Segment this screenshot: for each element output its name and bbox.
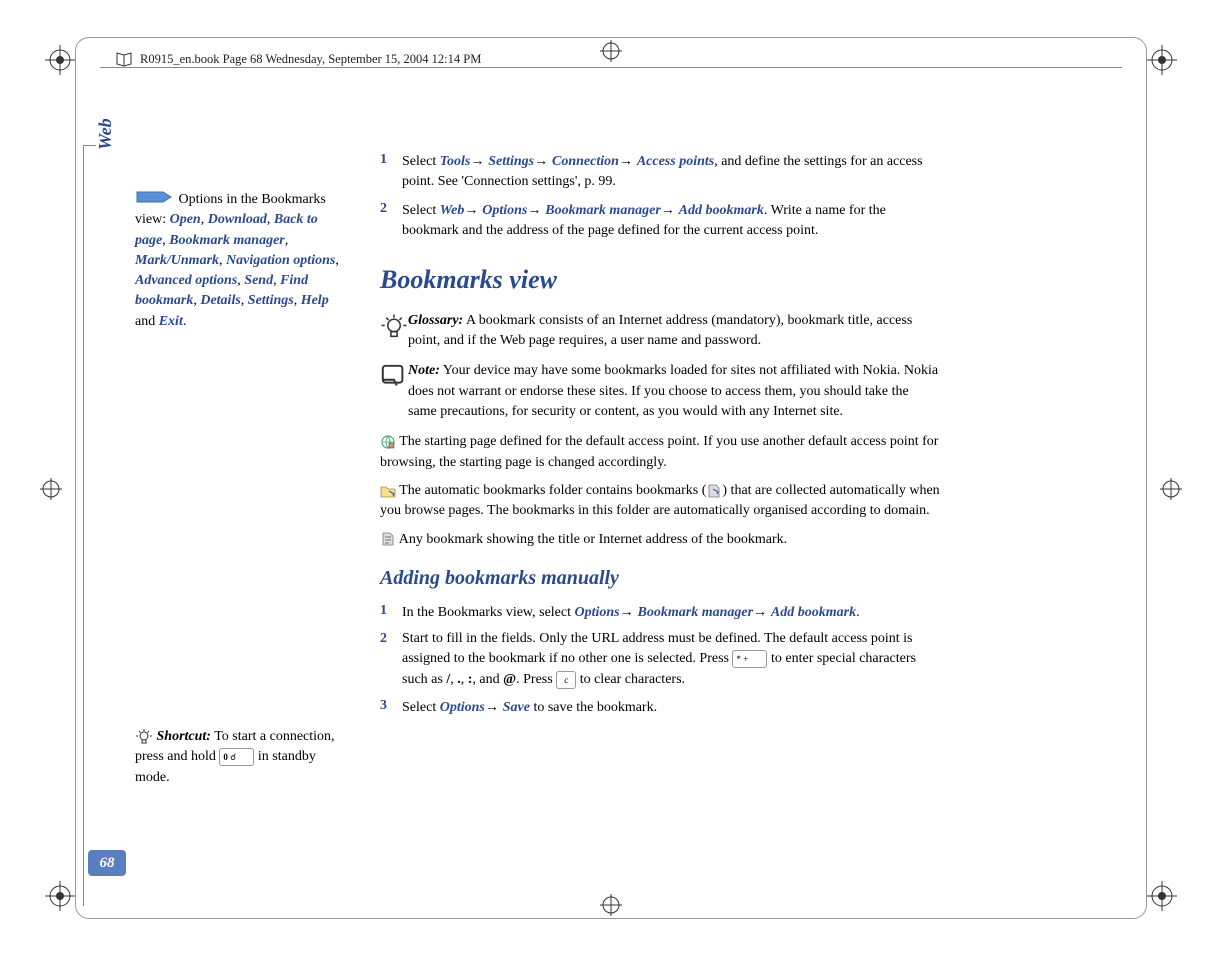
heading-bookmarks-view: Bookmarks view bbox=[380, 261, 940, 299]
menu-path-item: Web bbox=[440, 203, 465, 218]
options-and: and bbox=[135, 314, 159, 329]
lightbulb-icon bbox=[380, 311, 408, 352]
starting-page-para: The starting page defined for the defaul… bbox=[380, 432, 940, 473]
shortcut-label: Shortcut: bbox=[153, 729, 211, 744]
menu-path-item: Bookmark manager bbox=[545, 203, 661, 218]
menu-path-item: Options bbox=[440, 700, 485, 715]
menu-path-item: Add bookmark bbox=[771, 605, 856, 620]
step-1: 1 Select Tools→ Settings→ Connection→ Ac… bbox=[380, 150, 940, 193]
note-flag-icon bbox=[135, 190, 175, 204]
step-b1: 1 In the Bookmarks view, select Options→… bbox=[380, 601, 940, 623]
option-exit: Exit bbox=[159, 314, 183, 329]
option-item: Advanced options bbox=[135, 273, 237, 288]
menu-path-item: Options bbox=[482, 203, 527, 218]
menu-path-item: Settings bbox=[488, 154, 534, 169]
folder-auto-icon bbox=[380, 483, 396, 499]
option-item: Download bbox=[208, 212, 267, 227]
header-text: R0915_en.book Page 68 Wednesday, Septemb… bbox=[140, 52, 481, 67]
menu-path-item: Access points bbox=[637, 154, 714, 169]
option-item: Mark/Unmark bbox=[135, 253, 219, 268]
glossary-text: A bookmark consists of an Internet addre… bbox=[408, 313, 912, 348]
any-bookmark-para: Any bookmark showing the title or Intern… bbox=[380, 530, 940, 550]
option-item: Open bbox=[170, 212, 201, 227]
page-number: 68 bbox=[88, 850, 126, 876]
note-text: Your device may have some bookmarks load… bbox=[408, 363, 938, 419]
step-b3: 3 Select Options→ Save to save the bookm… bbox=[380, 696, 940, 718]
option-item: Help bbox=[301, 293, 329, 308]
registration-mark-left bbox=[40, 478, 62, 500]
note-icon bbox=[380, 361, 408, 422]
note-label: Note: bbox=[408, 363, 440, 378]
side-rule bbox=[83, 145, 96, 906]
crop-mark-tl bbox=[45, 45, 75, 75]
sidebar-column: Options in the Bookmarks view: Open, Dow… bbox=[135, 190, 350, 788]
top-steps: 1 Select Tools→ Settings→ Connection→ Ac… bbox=[380, 150, 940, 241]
option-item: Details bbox=[200, 293, 240, 308]
menu-path-item: Options bbox=[575, 605, 620, 620]
menu-path-item: Save bbox=[503, 700, 530, 715]
menu-path-item: Add bookmark bbox=[679, 203, 764, 218]
glossary-label: Glossary: bbox=[408, 313, 463, 328]
step-b2: 2 Start to fill in the fields. Only the … bbox=[380, 629, 940, 690]
header-rule bbox=[100, 67, 1122, 68]
crop-mark-bl bbox=[45, 881, 75, 911]
crop-mark-tr bbox=[1147, 45, 1177, 75]
option-item: Send bbox=[244, 273, 273, 288]
bookmark-page-icon bbox=[380, 531, 396, 547]
auto-bookmarks-para: The automatic bookmarks folder contains … bbox=[380, 481, 940, 522]
note-block: Note: Your device may have some bookmark… bbox=[380, 361, 940, 422]
option-item: Navigation options bbox=[226, 253, 335, 268]
option-item: Bookmark manager bbox=[169, 233, 285, 248]
step-2: 2 Select Web→ Options→ Bookmark manager→… bbox=[380, 199, 940, 242]
glossary-block: Glossary: A bookmark consists of an Inte… bbox=[380, 311, 940, 352]
adding-steps: 1 In the Bookmarks view, select Options→… bbox=[380, 601, 940, 718]
menu-path-item: Connection bbox=[552, 154, 619, 169]
menu-path-item: Bookmark manager bbox=[638, 605, 754, 620]
option-item: Settings bbox=[248, 293, 294, 308]
bookmark-auto-icon bbox=[706, 483, 722, 499]
side-tab-label: Web bbox=[95, 118, 116, 150]
book-icon bbox=[115, 50, 133, 68]
lightbulb-icon bbox=[135, 728, 153, 746]
crop-mark-br bbox=[1147, 881, 1177, 911]
heading-adding-manually: Adding bookmarks manually bbox=[380, 564, 940, 593]
main-column: 1 Select Tools→ Settings→ Connection→ Ac… bbox=[380, 150, 940, 724]
options-note: Options in the Bookmarks view: Open, Dow… bbox=[135, 190, 350, 332]
key-star-icon: * + bbox=[732, 650, 767, 668]
shortcut-note: Shortcut: To start a connection, press a… bbox=[135, 727, 350, 788]
menu-path-item: Tools bbox=[440, 154, 471, 169]
key-zero-icon: 0 ☌ bbox=[219, 748, 254, 766]
key-clear-icon: c bbox=[556, 671, 576, 689]
home-globe-icon bbox=[380, 434, 396, 450]
registration-mark-right bbox=[1160, 478, 1182, 500]
